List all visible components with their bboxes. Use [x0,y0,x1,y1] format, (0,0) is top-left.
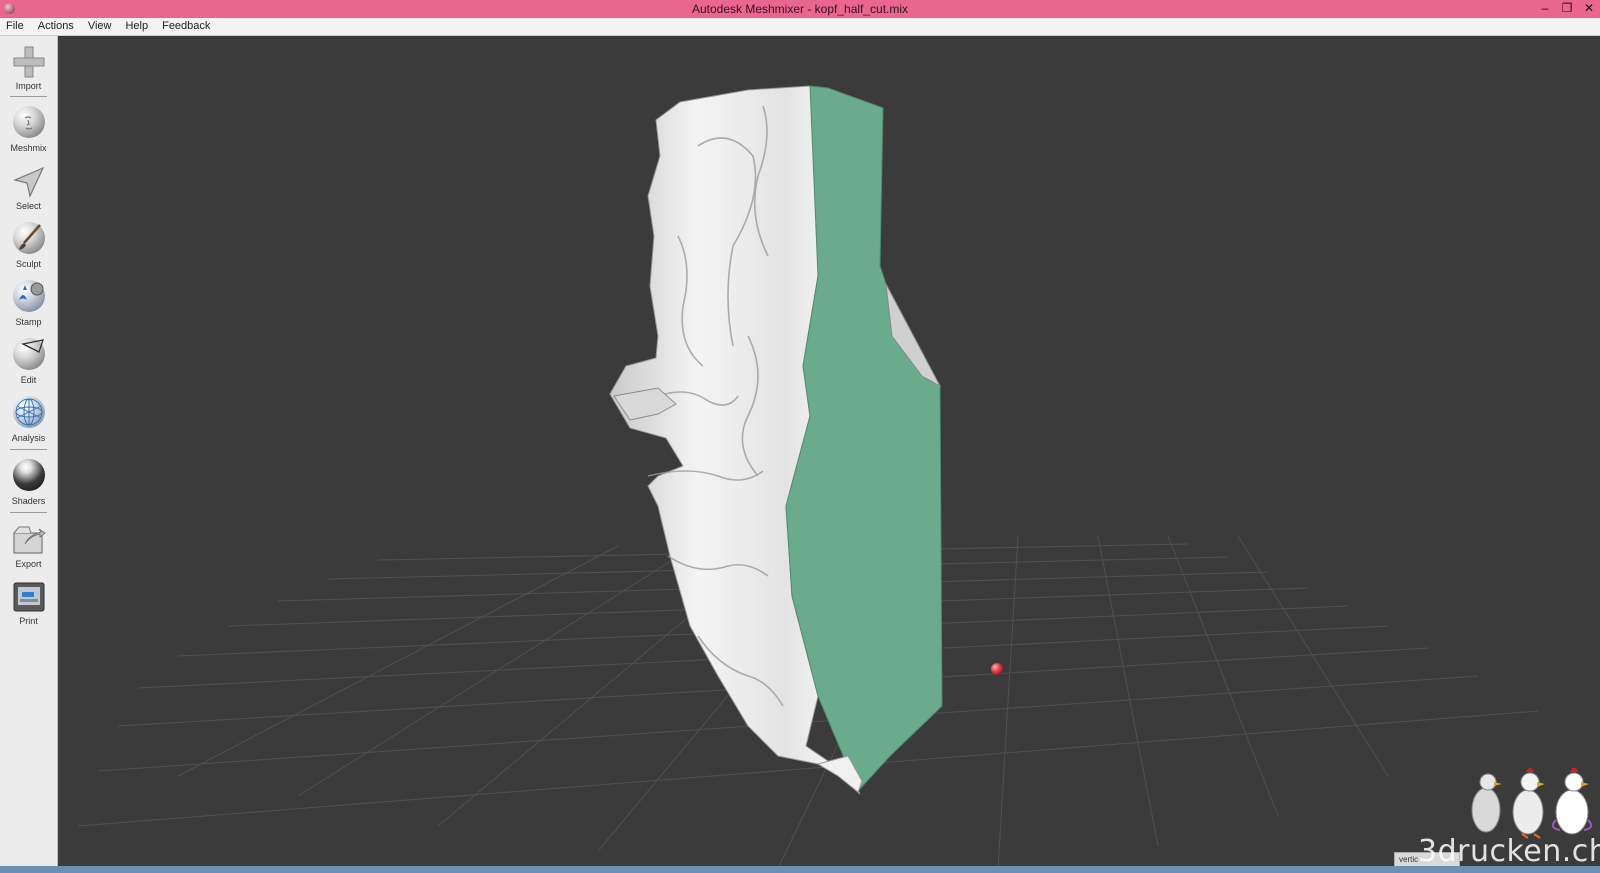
site-watermark: 3drucken.ch [1418,834,1600,869]
shaders-button[interactable]: Shaders [0,455,57,511]
menu-view[interactable]: View [81,18,119,35]
print-icon [11,579,47,615]
meshmix-label: Meshmix [10,143,47,153]
import-button[interactable]: Import [0,40,57,96]
os-taskbar [0,866,1600,873]
brush-sphere-icon [11,222,47,258]
menu-feedback[interactable]: Feedback [155,18,217,35]
sculpt-button[interactable]: Sculpt [0,218,57,274]
analysis-label: Analysis [11,433,46,443]
analysis-sphere-icon [11,396,47,432]
select-button[interactable]: Select [0,160,57,216]
plus-icon [11,44,47,80]
pivot-point[interactable] [991,663,1003,675]
shaders-label: Shaders [11,496,46,506]
toolbar-divider [10,96,47,97]
stamp-button[interactable]: Stamp [0,276,57,332]
meshmixer-app-icon [4,3,15,14]
face-sphere-icon [11,106,47,142]
sculpt-label: Sculpt [15,259,41,269]
title-bar: Autodesk Meshmixer - kopf_half_cut.mix –… [0,0,1600,18]
minimize-button[interactable]: – [1534,0,1556,18]
menu-file[interactable]: File [0,18,31,35]
export-icon [11,522,47,558]
toolbar-divider [10,449,47,450]
window-title: Autodesk Meshmixer - kopf_half_cut.mix [691,2,909,16]
close-button[interactable]: ✕ [1578,0,1600,18]
toolbar-divider [10,512,47,513]
shader-sphere-icon [11,459,47,495]
meshmix-button[interactable]: Meshmix [0,102,57,158]
window-controls: – ❐ ✕ [1534,0,1600,18]
menu-bar: File Actions View Help Feedback [0,18,1600,36]
edit-button[interactable]: Edit [0,334,57,390]
stamp-label: Stamp [15,317,42,327]
analysis-button[interactable]: Analysis [0,392,57,448]
import-label: Import [15,81,42,91]
arrow-pointer-icon [11,164,47,200]
tool-sidebar: Import Meshmix Select Sculpt Stamp Edit … [0,36,58,868]
stamp-sphere-icon [11,280,47,316]
export-label: Export [15,559,42,569]
edit-sphere-icon [11,338,47,374]
select-label: Select [15,201,41,211]
3d-viewport[interactable] [58,36,1600,868]
menu-actions[interactable]: Actions [31,18,81,35]
chicken-logo-icon [1471,767,1593,839]
edit-label: Edit [20,375,37,385]
print-button[interactable]: Print [0,575,57,631]
menu-help[interactable]: Help [118,18,155,35]
restore-button[interactable]: ❐ [1556,0,1578,18]
viewport-scene [77,85,1539,868]
export-button[interactable]: Export [0,518,57,574]
print-label: Print [19,616,38,626]
